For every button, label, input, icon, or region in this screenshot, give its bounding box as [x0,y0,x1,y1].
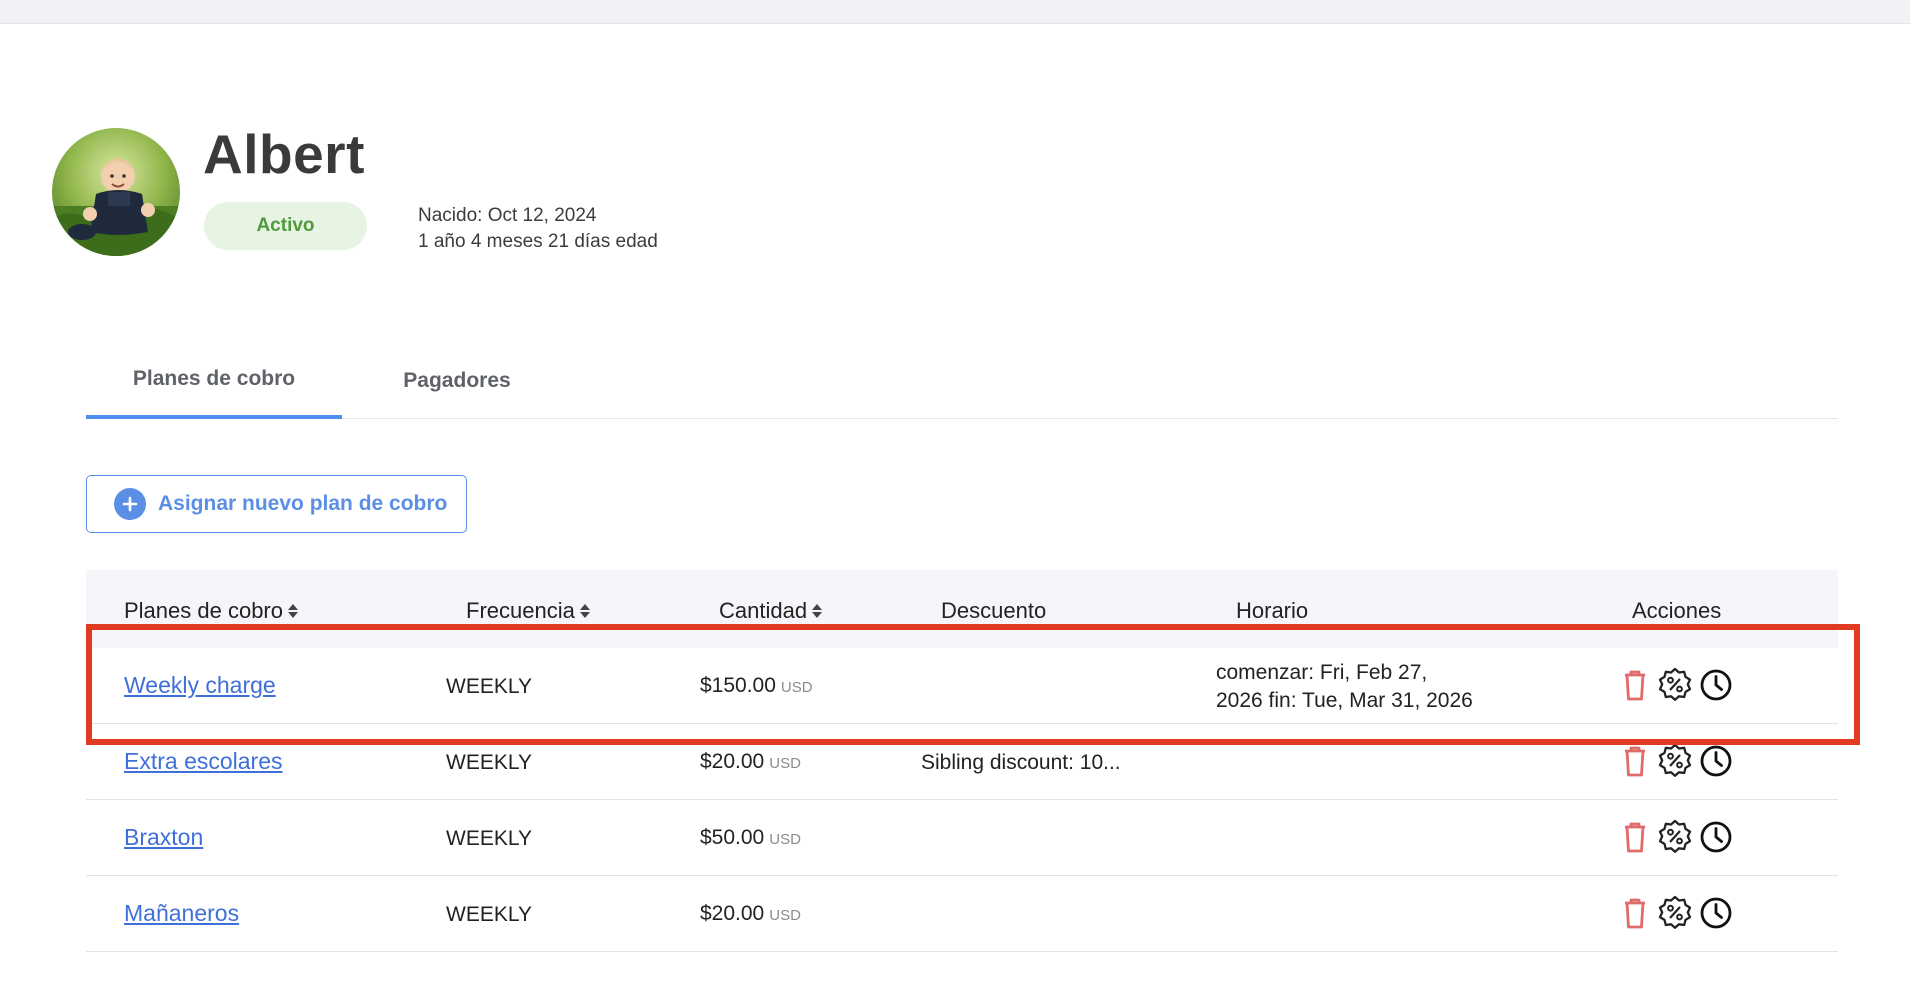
plan-link[interactable]: Braxton [124,824,203,851]
row-actions [1618,742,1734,780]
discount-badge-icon[interactable] [1656,742,1694,780]
row-actions [1618,666,1734,704]
frequency-cell: WEEKLY [446,827,532,850]
currency-label: USD [769,907,801,924]
trash-icon[interactable] [1618,667,1652,703]
tab-bar: Planes de cobro Pagadores [86,343,1838,419]
column-header-label: Frecuencia [466,598,575,623]
table-row: Braxton WEEKLY $50.00 USD [86,800,1838,876]
currency-label: USD [780,679,813,696]
column-header-plan[interactable]: Planes de cobro [124,598,300,624]
birth-date-text: Nacido: Oct 12, 2024 [418,205,597,226]
column-header-actions: Acciones [1632,598,1722,623]
discount-badge-icon[interactable] [1656,666,1694,704]
child-name: Albert [203,123,365,185]
discount-badge-icon[interactable] [1656,818,1694,856]
amount-cell: $20.00 USD [700,902,801,926]
column-header-label: Planes de cobro [124,598,283,623]
assign-plan-button[interactable]: Asignar nuevo plan de cobro [86,475,467,533]
plus-circle-icon [114,488,146,520]
tab-planes-de-cobro[interactable]: Planes de cobro [86,343,342,419]
amount-value: $20.00 [700,902,765,925]
tab-pagadores[interactable]: Pagadores [362,343,552,419]
column-header-schedule: Horario [1236,598,1309,623]
currency-label: USD [769,755,801,772]
avatar [52,128,180,256]
clock-icon[interactable] [1698,667,1734,703]
frequency-cell: WEEKLY [446,675,532,698]
amount-value: $50.00 [700,826,765,849]
schedule-end: 2026 fin: Tue, Mar 31, 2026 [1216,689,1473,712]
age-text: 1 año 4 meses 21 días edad [418,231,658,252]
billing-plans-table: Planes de cobro Frecuencia Cantidad Desc… [86,570,1838,952]
discount-badge-icon[interactable] [1656,894,1694,932]
column-header-frequency[interactable]: Frecuencia [466,598,592,624]
sort-icon [288,604,298,618]
column-header-discount: Descuento [941,598,1047,623]
clock-icon[interactable] [1698,895,1734,931]
row-actions [1618,894,1734,932]
column-header-label: Cantidad [719,598,808,623]
table-row: Mañaneros WEEKLY $20.00 USD [86,876,1838,952]
frequency-cell: WEEKLY [446,903,532,926]
birth-info: Nacido: Oct 12, 2024 1 año 4 meses 21 dí… [418,203,658,255]
sort-icon [812,604,823,618]
amount-value: $20.00 [700,750,765,773]
plan-link[interactable]: Extra escolares [124,748,283,775]
schedule-cell: comenzar: Fri, Feb 27, 2026 fin: Tue, Ma… [1216,659,1473,715]
column-header-amount[interactable]: Cantidad [719,598,824,624]
row-actions [1618,818,1734,856]
trash-icon[interactable] [1618,895,1652,931]
table-header: Planes de cobro Frecuencia Cantidad Desc… [86,570,1838,648]
status-badge: Activo [204,202,367,250]
top-bar [0,0,1910,24]
amount-value: $150.00 [700,674,776,697]
table-row: Weekly charge WEEKLY $150.00 USD comenzar… [86,648,1838,724]
currency-label: USD [769,831,801,848]
amount-cell: $20.00 USD [700,750,801,774]
schedule-start: comenzar: Fri, Feb 27, [1216,661,1428,684]
trash-icon[interactable] [1618,819,1652,855]
table-row: Extra escolares WEEKLY $20.00 USD Sibling… [86,724,1838,800]
clock-icon[interactable] [1698,743,1734,779]
clock-icon[interactable] [1698,819,1734,855]
trash-icon[interactable] [1618,743,1652,779]
amount-cell: $50.00 USD [700,826,801,850]
amount-cell: $150.00 USD [700,674,813,698]
assign-plan-label: Asignar nuevo plan de cobro [158,492,448,515]
sort-icon [579,604,590,618]
plan-link[interactable]: Mañaneros [124,900,239,927]
discount-cell: Sibling discount: 10... [921,751,1121,774]
plan-link[interactable]: Weekly charge [124,672,276,699]
frequency-cell: WEEKLY [446,751,532,774]
